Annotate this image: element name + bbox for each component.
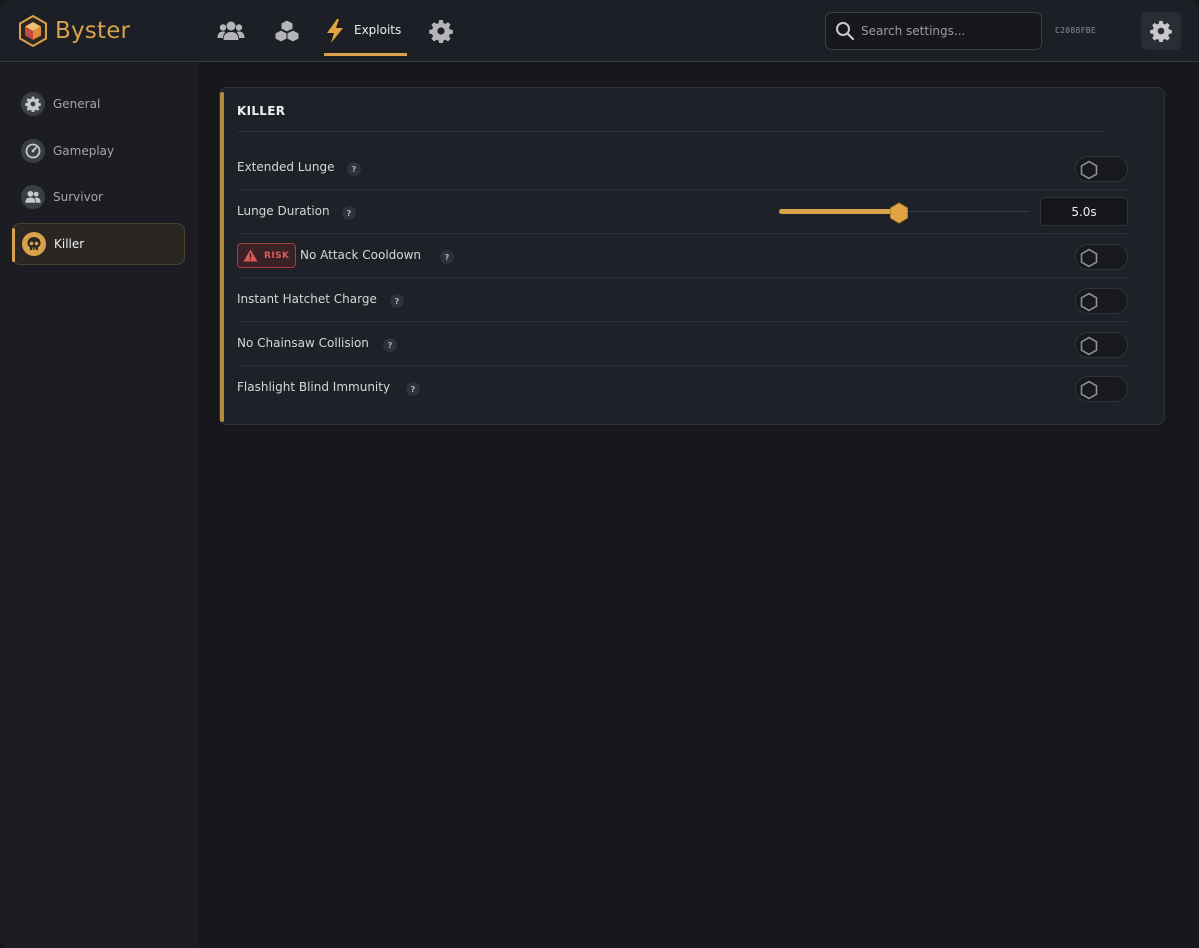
hexagon-knob-icon bbox=[1080, 380, 1098, 400]
help-icon[interactable]: ? bbox=[390, 294, 404, 308]
risk-badge-label: RISK bbox=[264, 250, 290, 261]
toggle-flashlight-blind-immunity[interactable] bbox=[1075, 376, 1128, 402]
divider bbox=[237, 131, 1103, 132]
risk-badge: RISK bbox=[237, 243, 296, 268]
tab-exploits-label: Exploits bbox=[354, 23, 402, 37]
help-icon[interactable]: ? bbox=[342, 206, 356, 220]
hexagon-knob-icon bbox=[1080, 336, 1098, 356]
gear-icon[interactable] bbox=[427, 17, 455, 45]
help-icon[interactable]: ? bbox=[383, 338, 397, 352]
setting-label: Instant Hatchet Charge bbox=[237, 292, 377, 306]
setting-label: Lunge Duration bbox=[237, 204, 330, 218]
setting-row-instant-hatchet-charge: Instant Hatchet Charge ? bbox=[237, 278, 1128, 322]
setting-row-extended-lunge: Extended Lunge ? bbox=[237, 146, 1128, 190]
lunge-duration-value[interactable]: 5.0s bbox=[1040, 197, 1128, 226]
help-icon[interactable]: ? bbox=[440, 250, 454, 264]
toggle-extended-lunge[interactable] bbox=[1075, 156, 1128, 182]
tab-exploits[interactable]: Exploits bbox=[324, 14, 407, 56]
killer-settings-card: KILLER Extended Lunge ? Lunge Duration ? bbox=[219, 87, 1165, 425]
setting-label: No Attack Cooldown bbox=[300, 248, 422, 262]
sidebar-item-label: General bbox=[53, 97, 101, 111]
top-bar: Byster Exploits Search settings... C2088… bbox=[0, 0, 1199, 62]
setting-label: No Chainsaw Collision bbox=[237, 336, 369, 350]
sidebar: General Gameplay Survivor Killer bbox=[0, 63, 198, 948]
device-id: C2088FBE bbox=[1055, 26, 1096, 35]
setting-row-flashlight-blind-immunity: Flashlight Blind Immunity ? bbox=[237, 366, 1128, 410]
sidebar-item-label: Killer bbox=[54, 237, 85, 251]
brand-name: Byster bbox=[55, 18, 131, 44]
brand: Byster bbox=[18, 15, 130, 47]
help-icon[interactable]: ? bbox=[406, 382, 420, 396]
global-settings-button[interactable] bbox=[1141, 12, 1181, 50]
sidebar-item-gameplay[interactable]: Gameplay bbox=[12, 130, 185, 172]
toggle-no-attack-cooldown[interactable] bbox=[1075, 244, 1128, 270]
section-title: KILLER bbox=[237, 104, 286, 118]
sidebar-item-label: Gameplay bbox=[53, 144, 115, 158]
hexagon-knob-icon bbox=[1080, 160, 1098, 180]
sidebar-item-survivor[interactable]: Survivor bbox=[12, 176, 185, 218]
search-box[interactable] bbox=[825, 12, 1042, 50]
users-icon[interactable] bbox=[217, 17, 245, 45]
sidebar-item-general[interactable]: General bbox=[12, 83, 185, 125]
lunge-duration-slider[interactable] bbox=[779, 202, 1028, 224]
skull-icon bbox=[22, 232, 46, 256]
setting-label: Flashlight Blind Immunity bbox=[237, 380, 391, 394]
warning-icon bbox=[243, 249, 258, 262]
setting-row-lunge-duration: Lunge Duration ? 5.0s bbox=[237, 190, 1128, 234]
card-accent-bar bbox=[220, 92, 224, 422]
users-icon bbox=[21, 185, 45, 209]
byster-logo-icon bbox=[19, 15, 47, 47]
app-window: Byster Exploits Search settings... C2088… bbox=[0, 0, 1199, 948]
hexagon-knob-icon bbox=[1080, 292, 1098, 312]
gear-icon bbox=[21, 92, 45, 116]
cubes-icon[interactable] bbox=[273, 17, 301, 45]
search-input[interactable] bbox=[861, 24, 1031, 38]
search-icon bbox=[836, 22, 855, 41]
gear-icon bbox=[1150, 20, 1172, 42]
toggle-no-chainsaw-collision[interactable] bbox=[1075, 332, 1128, 358]
sidebar-item-label: Survivor bbox=[53, 190, 103, 204]
help-icon[interactable]: ? bbox=[347, 162, 361, 176]
toggle-instant-hatchet-charge[interactable] bbox=[1075, 288, 1128, 314]
setting-label: Extended Lunge bbox=[237, 160, 335, 174]
sidebar-item-killer[interactable]: Killer bbox=[12, 223, 185, 265]
slider-fill bbox=[779, 209, 899, 214]
gauge-icon bbox=[21, 139, 45, 163]
setting-row-no-chainsaw-collision: No Chainsaw Collision ? bbox=[237, 322, 1128, 366]
bolt-icon bbox=[327, 19, 343, 43]
slider-thumb-icon[interactable] bbox=[889, 202, 909, 224]
setting-row-no-attack-cooldown: RISK No Attack Cooldown ? bbox=[237, 234, 1128, 278]
hexagon-knob-icon bbox=[1080, 248, 1098, 268]
